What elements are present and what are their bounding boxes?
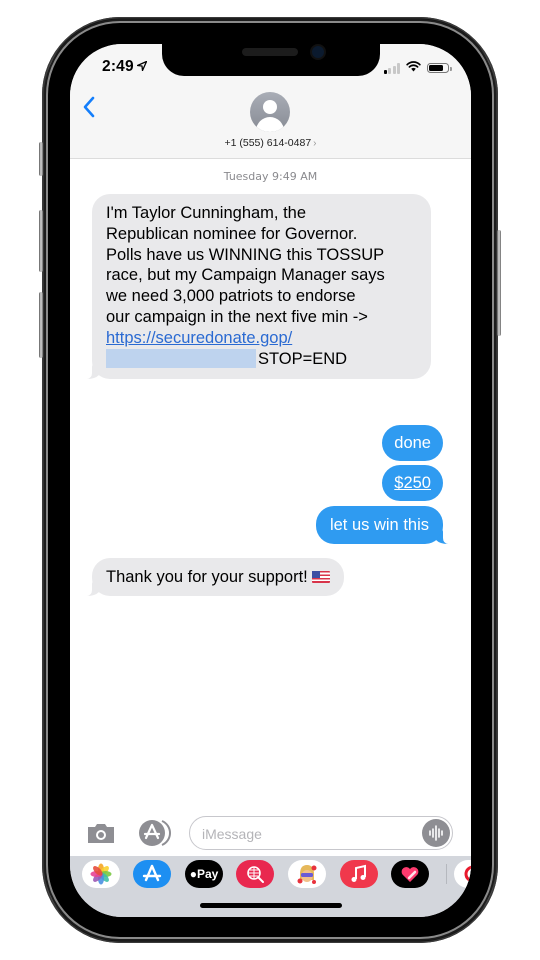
- camera-button[interactable]: [86, 822, 116, 844]
- location-arrow-icon: [136, 60, 147, 74]
- chevron-left-icon: [83, 96, 95, 118]
- audio-message-button[interactable]: [422, 819, 450, 847]
- message-input[interactable]: iMessage: [189, 816, 453, 850]
- home-indicator[interactable]: [200, 903, 342, 908]
- globe-search-icon: [247, 866, 264, 883]
- wifi-icon: [406, 59, 421, 77]
- app-app-store[interactable]: [133, 860, 171, 888]
- sent-message-bubble[interactable]: let us win this: [315, 506, 448, 544]
- amount-link[interactable]: $250: [394, 474, 431, 492]
- mute-switch: [39, 142, 43, 176]
- speaker-grille: [242, 48, 298, 56]
- app-more[interactable]: [454, 860, 471, 888]
- volume-up-button: [39, 210, 43, 272]
- redacted-text: [106, 348, 256, 368]
- cellular-signal-icon: [383, 62, 400, 74]
- app-store-icon: [139, 820, 171, 846]
- app-drawer: ●Pay: [70, 856, 471, 917]
- app-apple-pay[interactable]: ●Pay: [185, 860, 223, 888]
- battery-icon: [427, 63, 452, 73]
- volume-down-button: [39, 292, 43, 358]
- screen: 2:49 +1 (555) 614-0487 › Tuesday 9:49 AM …: [70, 44, 471, 917]
- audio-waveform-icon: [429, 825, 443, 841]
- bubble-tail: [87, 365, 99, 380]
- bubble-tail: [436, 530, 448, 544]
- app-music[interactable]: [340, 860, 378, 888]
- sent-message-bubble[interactable]: done: [382, 425, 443, 461]
- composer-bar: iMessage: [70, 810, 471, 856]
- status-icons: [383, 59, 452, 77]
- tray-divider: [446, 864, 447, 884]
- chevron-right-icon: ›: [313, 138, 317, 149]
- status-time: 2:49: [102, 58, 147, 76]
- music-note-icon: [351, 864, 366, 882]
- apple-pay-icon: ●Pay: [189, 867, 219, 881]
- notch: [162, 44, 380, 76]
- side-button: [497, 230, 501, 336]
- photos-icon: [90, 863, 112, 885]
- message-timestamp: Tuesday 9:49 AM: [223, 170, 318, 183]
- app-digital-touch[interactable]: [391, 860, 429, 888]
- front-camera: [312, 46, 324, 58]
- app-store-icon: [142, 864, 162, 882]
- partial-app-icon: [464, 865, 471, 883]
- camera-icon: [88, 824, 114, 843]
- app-photos[interactable]: [82, 860, 120, 888]
- contact-avatar[interactable]: [250, 92, 290, 132]
- message-input-placeholder: iMessage: [202, 826, 262, 842]
- sent-message-bubble[interactable]: $250: [382, 465, 443, 501]
- bubble-tail: [87, 582, 99, 596]
- app-image-search[interactable]: [236, 860, 274, 888]
- person-avatar-icon: [263, 100, 277, 114]
- apps-button[interactable]: [137, 818, 171, 848]
- back-button[interactable]: [82, 96, 96, 118]
- us-flag-icon: [311, 571, 330, 583]
- contact-name[interactable]: +1 (555) 614-0487 ›: [70, 137, 471, 149]
- memoji-icon: [297, 865, 317, 884]
- app-memoji[interactable]: [288, 860, 326, 888]
- donate-link[interactable]: https://securedonate.gop/: [106, 329, 292, 347]
- heart-touch-icon: [401, 867, 419, 882]
- received-message-bubble[interactable]: I'm Taylor Cunningham, the Republican no…: [87, 194, 431, 380]
- received-message-bubble[interactable]: Thank you for your support!: [87, 558, 344, 596]
